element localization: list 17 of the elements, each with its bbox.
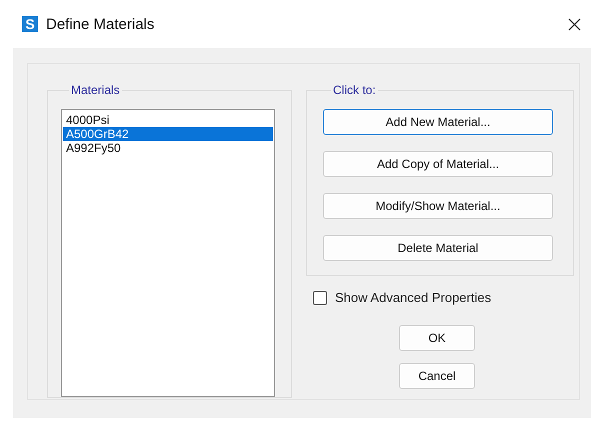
action-button[interactable]: Modify/Show Material... (323, 193, 553, 219)
app-logo: S (22, 16, 38, 32)
cancel-button[interactable]: Cancel (399, 363, 475, 389)
list-item[interactable]: A500GrB42 (63, 127, 273, 141)
action-button[interactable]: Delete Material (323, 235, 553, 261)
list-item[interactable]: A992Fy50 (63, 141, 273, 155)
checkbox-label: Show Advanced Properties (335, 290, 492, 305)
action-button[interactable]: Add Copy of Material... (323, 151, 553, 177)
close-icon[interactable] (568, 18, 581, 30)
group-label: Click to: (332, 83, 377, 97)
list-item[interactable]: 4000Psi (63, 113, 273, 127)
ok-button[interactable]: OK (399, 325, 475, 351)
action-button[interactable]: Add New Material... (323, 109, 553, 135)
window-title: Define Materials (46, 16, 156, 32)
materials-list[interactable]: 4000Psi A500GrB42 A992Fy50 (61, 109, 275, 397)
group-label: Materials (70, 83, 121, 97)
checkbox[interactable] (313, 290, 327, 304)
